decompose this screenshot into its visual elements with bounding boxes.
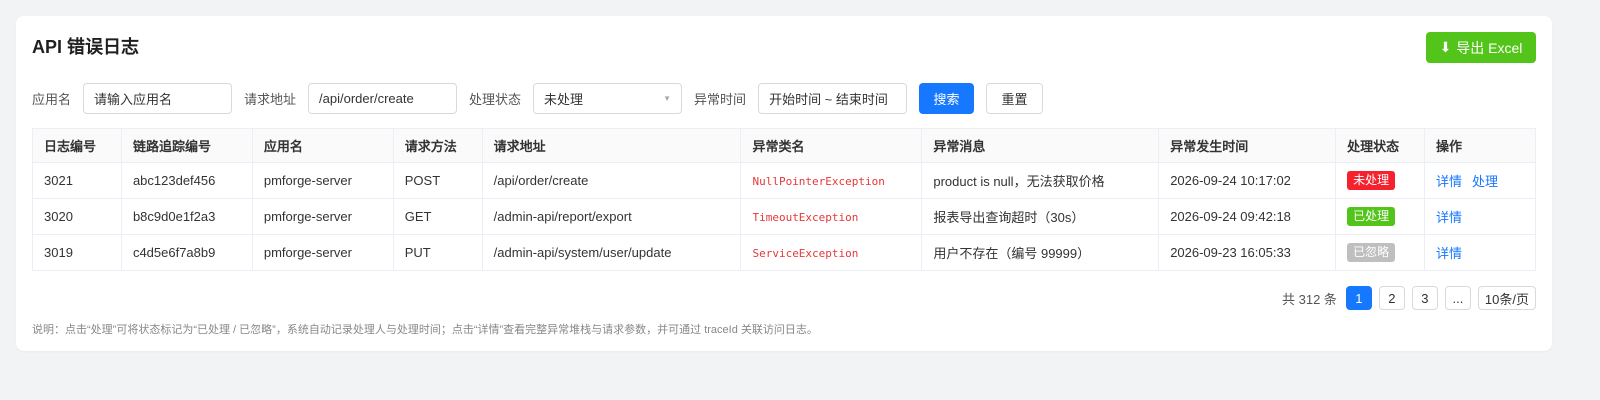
- request-url-value: /api/order/create: [319, 91, 414, 106]
- status-cell: 未处理: [1335, 162, 1425, 199]
- handle-link[interactable]: 处理: [1472, 174, 1498, 189]
- message-cell: 用户不存在（编号 99999）: [921, 234, 1160, 271]
- page-button-2[interactable]: 2: [1378, 286, 1405, 310]
- column-header: 应用名: [251, 128, 394, 163]
- page-ellipsis-button[interactable]: ...: [1444, 286, 1471, 310]
- page-button-3[interactable]: 3: [1411, 286, 1438, 310]
- page-title: API 错误日志: [32, 37, 140, 57]
- app-name-cell: pmforge-server: [251, 162, 394, 199]
- column-header: 请求地址: [481, 128, 742, 163]
- log-id-cell: 3019: [32, 234, 122, 271]
- time-cell: 2026-09-24 10:17:02: [1158, 162, 1337, 199]
- column-header: 操作: [1424, 128, 1536, 163]
- column-header: 异常消息: [921, 128, 1160, 163]
- request-url-input[interactable]: /api/order/create: [308, 83, 458, 114]
- status-select[interactable]: 未处理 ▼: [533, 83, 683, 114]
- request-url-label: 请求地址: [244, 92, 297, 107]
- status-badge: 已忽略: [1347, 243, 1396, 262]
- actions-cell: 详情: [1424, 198, 1536, 235]
- trace-id-cell: c4d5e6f7a8b9: [120, 234, 253, 271]
- method-cell: PUT: [392, 234, 483, 271]
- column-header: 日志编号: [32, 128, 122, 163]
- column-header: 请求方法: [392, 128, 483, 163]
- detail-link[interactable]: 详情: [1436, 210, 1462, 225]
- app-name-label: 应用名: [32, 92, 72, 107]
- detail-link[interactable]: 详情: [1436, 246, 1462, 261]
- total-count: 共 312 条: [1282, 291, 1337, 307]
- url-cell: /api/order/create: [481, 162, 742, 199]
- export-label: 导出 Excel: [1456, 39, 1523, 56]
- table-row: 3020 b8c9d0e1f2a3 pmforge-server GET /ad…: [32, 198, 1536, 235]
- app-name-cell: pmforge-server: [251, 198, 394, 235]
- status-select-value: 未处理: [544, 92, 584, 107]
- table-row: 3021 abc123def456 pmforge-server POST /a…: [32, 162, 1536, 199]
- status-cell: 已忽略: [1335, 234, 1425, 271]
- exception-cell: NullPointerException: [740, 162, 923, 199]
- page-button-1[interactable]: 1: [1345, 286, 1372, 310]
- method-cell: GET: [392, 198, 483, 235]
- exception-name: NullPointerException: [752, 175, 885, 188]
- detail-link[interactable]: 详情: [1436, 174, 1462, 189]
- message-cell: 报表导出查询超时（30s）: [921, 198, 1160, 235]
- exception-time-range-input[interactable]: 开始时间 ~ 结束时间: [758, 83, 908, 114]
- column-header: 处理状态: [1335, 128, 1425, 163]
- url-cell: /admin-api/system/user/update: [481, 234, 742, 271]
- exception-cell: TimeoutException: [740, 198, 923, 235]
- filter-bar: 应用名 请输入应用名 请求地址 /api/order/create 处理状态 未…: [32, 83, 1044, 114]
- column-header: 链路追踪编号: [120, 128, 253, 163]
- actions-cell: 详情: [1424, 234, 1536, 271]
- reset-button[interactable]: 重置: [986, 83, 1044, 114]
- exception-cell: ServiceException: [740, 234, 923, 271]
- search-button[interactable]: 搜索: [919, 83, 975, 114]
- exception-time-label: 异常时间: [694, 92, 747, 107]
- page-size-select[interactable]: 10条/页: [1477, 286, 1536, 310]
- log-id-cell: 3020: [32, 198, 122, 235]
- download-icon: ⬇: [1439, 39, 1452, 55]
- log-id-cell: 3021: [32, 162, 122, 199]
- exception-name: ServiceException: [752, 247, 859, 260]
- status-badge: 已处理: [1347, 207, 1396, 226]
- pagination: 共 312 条 1 2 3 ... 10条/页: [1282, 286, 1536, 310]
- trace-id-cell: abc123def456: [120, 162, 253, 199]
- status-cell: 已处理: [1335, 198, 1425, 235]
- method-cell: POST: [392, 162, 483, 199]
- status-badge: 未处理: [1347, 171, 1396, 190]
- export-excel-button[interactable]: ⬇ 导出 Excel: [1426, 32, 1536, 63]
- status-label: 处理状态: [469, 92, 522, 107]
- column-header: 异常类名: [740, 128, 923, 163]
- time-range-placeholder: 开始时间 ~ 结束时间: [769, 92, 888, 107]
- error-log-table: 日志编号 链路追踪编号 应用名 请求方法 请求地址 异常类名 异常消息 异常发生…: [32, 128, 1536, 271]
- trace-id-cell: b8c9d0e1f2a3: [120, 198, 253, 235]
- chevron-down-icon: ▼: [663, 94, 672, 103]
- app-name-placeholder: 请输入应用名: [94, 92, 173, 107]
- app-name-input[interactable]: 请输入应用名: [83, 83, 233, 114]
- error-log-card: API 错误日志 ⬇ 导出 Excel 应用名 请输入应用名 请求地址 /api…: [16, 16, 1552, 351]
- table-header-row: 日志编号 链路追踪编号 应用名 请求方法 请求地址 异常类名 异常消息 异常发生…: [32, 128, 1536, 163]
- time-cell: 2026-09-23 16:05:33: [1158, 234, 1337, 271]
- message-cell: product is null，无法获取价格: [921, 162, 1160, 199]
- column-header: 异常发生时间: [1158, 128, 1337, 163]
- actions-cell: 详情 处理: [1424, 162, 1536, 199]
- time-cell: 2026-09-24 09:42:18: [1158, 198, 1337, 235]
- table-row: 3019 c4d5e6f7a8b9 pmforge-server PUT /ad…: [32, 234, 1536, 271]
- app-name-cell: pmforge-server: [251, 234, 394, 271]
- help-note: 说明：点击“处理”可将状态标记为“已处理 / 已忽略”，系统自动记录处理人与处理…: [32, 324, 818, 336]
- exception-name: TimeoutException: [752, 211, 859, 224]
- url-cell: /admin-api/report/export: [481, 198, 742, 235]
